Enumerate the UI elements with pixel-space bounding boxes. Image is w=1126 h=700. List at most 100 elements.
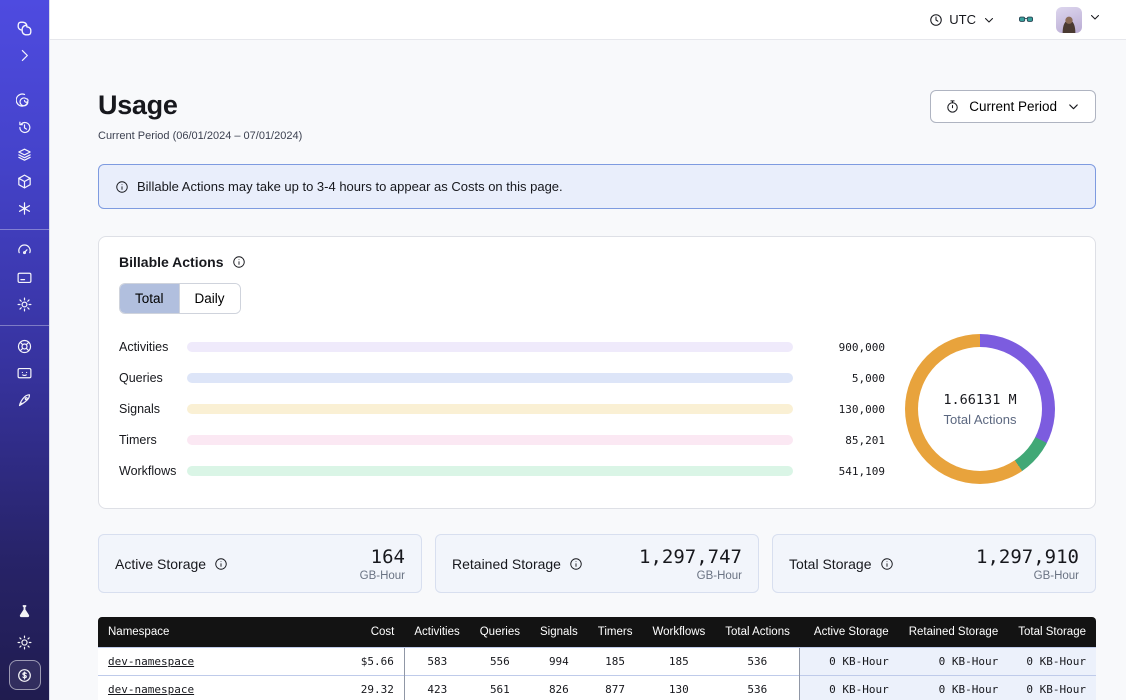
namespaces-icon[interactable] (10, 87, 40, 114)
col-cost[interactable]: Cost (301, 617, 405, 648)
period-selector-label: Current Period (969, 99, 1057, 114)
usage-gauge-icon[interactable] (10, 237, 40, 264)
app-root: UTC Usage Current Period (06/01/2024 – 0… (0, 0, 1126, 700)
cell-timers: 877 (588, 676, 643, 700)
usage-bar-row: Signals 130,000 (119, 402, 885, 416)
page-title: Usage (98, 90, 302, 121)
expand-sidebar-chevron-icon[interactable] (10, 42, 40, 69)
labs-flask-icon[interactable] (10, 598, 40, 625)
sidebar-group-help (0, 325, 49, 421)
cell-cost: $5.66 (301, 648, 405, 676)
cell-total-actions: 536 (715, 648, 800, 676)
sidebar (0, 0, 49, 700)
usage-bar-row: Timers 85,201 (119, 433, 885, 447)
topbar: UTC (50, 0, 1126, 40)
tab-daily[interactable]: Daily (179, 284, 240, 313)
support-lifebuoy-icon[interactable] (10, 333, 40, 360)
cell-cost: 29.32 (301, 676, 405, 700)
namespace-link[interactable]: dev-namespace (108, 655, 194, 668)
retained-storage-unit: GB-Hour (639, 570, 742, 582)
getting-started-rocket-icon[interactable] (10, 387, 40, 414)
usage-bar-row: Queries 5,000 (119, 371, 885, 385)
table-row: dev-namespace 29.32 423 561 826 877 130 … (98, 676, 1096, 700)
col-queries[interactable]: Queries (470, 617, 530, 648)
col-retained-storage[interactable]: Retained Storage (899, 617, 1009, 648)
cell-active-storage: 0 KB-Hour (800, 648, 899, 676)
usage-bar-track (187, 466, 793, 476)
workflows-cube-icon[interactable] (10, 168, 40, 195)
namespace-usage-table: Namespace Cost Activities Queries Signal… (98, 617, 1096, 700)
cell-queries: 556 (470, 648, 530, 676)
cell-signals: 826 (530, 676, 588, 700)
sidebar-group-top (0, 8, 49, 229)
col-total-actions[interactable]: Total Actions (715, 617, 800, 648)
sidebar-group-bottom (9, 598, 41, 690)
info-icon[interactable] (232, 255, 246, 269)
retained-storage-value: 1,297,747 (639, 546, 742, 568)
chevron-down-icon (1066, 99, 1081, 114)
nexus-asterisk-icon[interactable] (10, 195, 40, 222)
bar-value: 85,201 (793, 434, 885, 447)
sidebar-group-account (0, 229, 49, 325)
usage-bar-row: Workflows 541,109 (119, 464, 885, 478)
usage-bar-track (187, 435, 793, 445)
content: Usage Current Period (06/01/2024 – 07/01… (50, 40, 1126, 700)
billable-chart: Activities 900,000 Queries 5,000 Signals (119, 334, 1075, 484)
cell-total-storage: 0 KB-Hour (1008, 676, 1096, 700)
bar-value: 130,000 (793, 403, 885, 416)
col-active-storage[interactable]: Active Storage (800, 617, 899, 648)
info-banner-text: Billable Actions may take up to 3-4 hour… (137, 179, 563, 194)
bar-label: Activities (119, 340, 187, 354)
cell-workflows: 130 (642, 676, 715, 700)
billing-card-icon[interactable] (10, 264, 40, 291)
cell-timers: 185 (588, 648, 643, 676)
total-storage-label: Total Storage (789, 556, 872, 572)
col-signals[interactable]: Signals (530, 617, 588, 648)
info-icon[interactable] (880, 557, 894, 571)
period-selector-button[interactable]: Current Period (930, 90, 1096, 123)
glasses-icon[interactable] (1014, 6, 1038, 33)
billable-view-toggle: Total Daily (119, 283, 241, 314)
col-activities[interactable]: Activities (404, 617, 469, 648)
namespace-link[interactable]: dev-namespace (108, 683, 194, 696)
info-icon[interactable] (569, 557, 583, 571)
current-period-subtitle: Current Period (06/01/2024 – 07/01/2024) (98, 130, 302, 142)
info-icon[interactable] (214, 557, 228, 571)
col-total-storage[interactable]: Total Storage (1008, 617, 1096, 648)
timezone-selector[interactable]: UTC (929, 12, 996, 27)
active-storage-value: 164 (360, 546, 405, 568)
table-row: dev-namespace $5.66 583 556 994 185 185 … (98, 648, 1096, 676)
account-menu[interactable] (1056, 7, 1102, 33)
active-storage-label: Active Storage (115, 556, 206, 572)
schedules-history-icon[interactable] (10, 114, 40, 141)
donut-chart-wrap: 1.66131 M Total Actions (885, 334, 1075, 484)
cell-signals: 994 (530, 648, 588, 676)
table-header-row: Namespace Cost Activities Queries Signal… (98, 617, 1096, 648)
usage-bar-track (187, 404, 793, 414)
feedback-monitor-icon[interactable] (10, 360, 40, 387)
usage-bar-track (187, 342, 793, 352)
theme-sun-icon[interactable] (10, 629, 40, 656)
cell-active-storage: 0 KB-Hour (800, 676, 899, 700)
retained-storage-label: Retained Storage (452, 556, 561, 572)
usage-dollar-icon[interactable] (9, 660, 41, 690)
page-header: Usage Current Period (06/01/2024 – 07/01… (98, 90, 1096, 142)
col-timers[interactable]: Timers (588, 617, 643, 648)
col-namespace[interactable]: Namespace (98, 617, 301, 648)
cell-total-actions: 536 (715, 676, 800, 700)
deployments-layers-icon[interactable] (10, 141, 40, 168)
donut-center: 1.66131 M Total Actions (905, 334, 1055, 484)
temporal-logo-icon[interactable] (10, 15, 40, 42)
tab-total[interactable]: Total (120, 284, 179, 313)
settings-gear-icon[interactable] (10, 291, 40, 318)
info-icon (115, 180, 129, 194)
bar-label: Queries (119, 371, 187, 385)
total-actions-donut-ring: 1.66131 M Total Actions (905, 334, 1055, 484)
billable-actions-card: Billable Actions Total Daily Activities … (98, 236, 1096, 509)
main-area: UTC Usage Current Period (06/01/2024 – 0… (49, 0, 1126, 700)
total-storage-value: 1,297,910 (976, 546, 1079, 568)
billable-actions-title: Billable Actions (119, 254, 224, 270)
usage-bar-row: Activities 900,000 (119, 340, 885, 354)
bar-label: Workflows (119, 464, 187, 478)
col-workflows[interactable]: Workflows (642, 617, 715, 648)
